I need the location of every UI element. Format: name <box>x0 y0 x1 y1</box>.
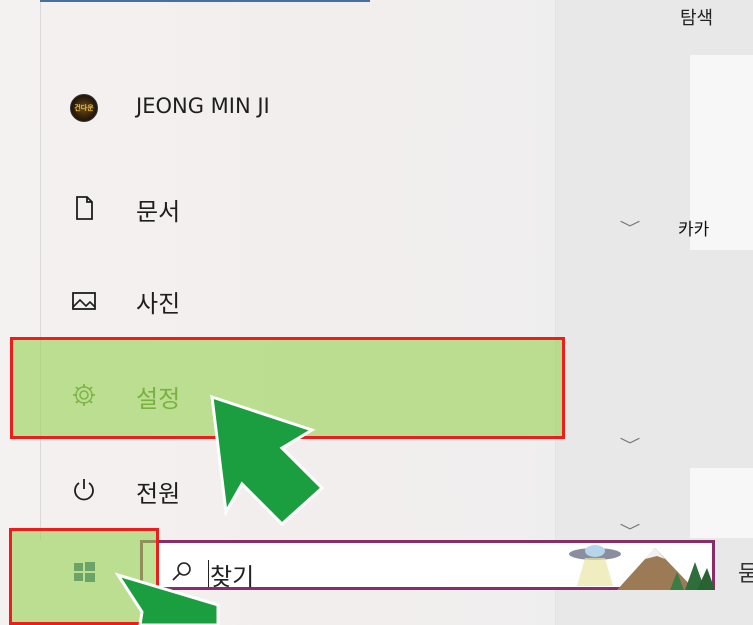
annotation-arrows <box>114 394 325 625</box>
arrow-to-start <box>114 572 220 625</box>
arrow-to-settings <box>210 394 325 527</box>
